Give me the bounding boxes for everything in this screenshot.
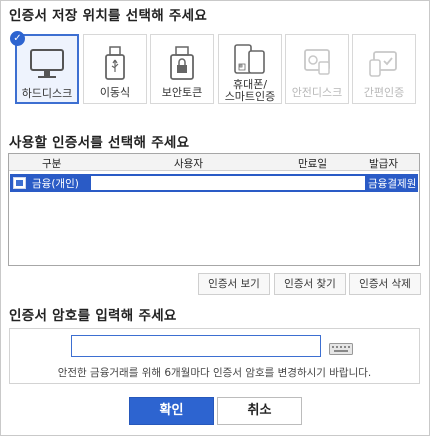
cert-issuer: 금융결제원 (368, 178, 417, 190)
cancel-button[interactable]: 취소 (217, 397, 302, 425)
check-icon: ✓ (10, 31, 25, 46)
safe-disk-icon (297, 43, 337, 83)
storage-tile-security-token[interactable]: 보안토큰 (150, 34, 214, 104)
column-header-type[interactable]: 구분 (42, 156, 61, 171)
password-section-title: 인증서 암호를 입력해 주세요 (9, 308, 177, 324)
storage-section-title: 인증서 저장 위치를 선택해 주세요 (9, 8, 208, 24)
keyboard-icon[interactable] (329, 340, 353, 355)
storage-tile-label: 안전디스크 (291, 86, 343, 99)
storage-tile-label: 간편인증 (363, 86, 405, 99)
monitor-icon (27, 44, 67, 84)
cert-section-title: 사용할 인증서를 선택해 주세요 (9, 135, 190, 151)
cert-user (91, 176, 365, 190)
storage-tile-label: 이동식 (99, 86, 131, 99)
storage-tile-label: 보안토큰 (161, 86, 203, 99)
column-header-user[interactable]: 사용자 (174, 156, 203, 171)
table-row[interactable]: 금융(개인) 금융결제원 (10, 174, 418, 192)
cert-type: 금융(개인) (32, 178, 79, 190)
storage-tile-label: 하드디스크 (21, 87, 73, 100)
storage-tile-harddisk[interactable]: ✓ 하드디스크 (10, 31, 79, 104)
column-header-issuer[interactable]: 발급자 (369, 156, 398, 171)
storage-tiles: ✓ 하드디스크 이동식 보안토큰 휴대폰/ 스마트인증 안전디스크 간편인증 (10, 31, 416, 104)
storage-tile-safe-disk: 안전디스크 (285, 34, 349, 104)
delete-cert-button[interactable]: 인증서 삭제 (349, 273, 421, 295)
table-header: 구분 사용자 만료일 발급자 (9, 154, 419, 171)
ok-button[interactable]: 확인 (129, 397, 214, 425)
view-cert-button[interactable]: 인증서 보기 (198, 273, 270, 295)
security-token-icon (162, 43, 202, 83)
mobile-phone-icon (230, 39, 270, 79)
storage-tile-simple-auth: 간편인증 (352, 34, 416, 104)
simple-auth-icon (364, 43, 404, 83)
cert-table: 구분 사용자 만료일 발급자 금융(개인) 금융결제원 (8, 153, 420, 266)
password-notice: 안전한 금융거래를 위해 6개월마다 인증서 암호를 변경하시기 바랍니다. (57, 367, 372, 379)
storage-tile-removable[interactable]: 이동식 (83, 34, 147, 104)
column-header-expiry[interactable]: 만료일 (298, 156, 327, 171)
storage-tile-mobile[interactable]: 휴대폰/ 스마트인증 (218, 34, 282, 104)
usb-icon (95, 43, 135, 83)
certificate-icon (13, 177, 26, 189)
password-input[interactable] (71, 335, 321, 357)
find-cert-button[interactable]: 인증서 찾기 (274, 273, 346, 295)
storage-tile-label-line2: 스마트인증 (224, 90, 276, 103)
